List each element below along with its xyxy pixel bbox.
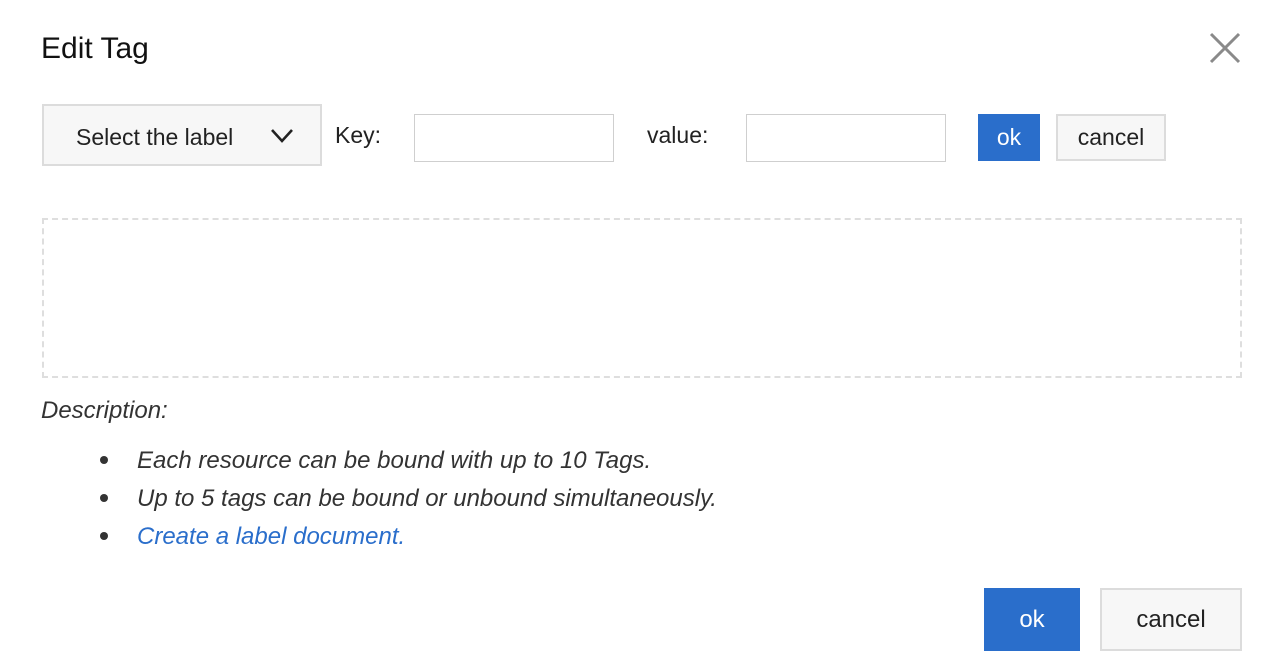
add-tag-ok-button[interactable]: ok	[978, 114, 1040, 161]
edit-tag-dialog: Edit Tag Select the label Key: value: ok…	[0, 0, 1282, 666]
chevron-down-icon	[271, 129, 293, 143]
bullet-icon	[100, 532, 108, 540]
value-label: value:	[647, 122, 709, 148]
close-button[interactable]	[1207, 30, 1243, 66]
label-select-text: Select the label	[76, 124, 234, 150]
bullet-icon	[100, 456, 108, 464]
footer-ok-button[interactable]: ok	[984, 588, 1080, 651]
description-item-text: Up to 5 tags can be bound or unbound sim…	[137, 485, 717, 512]
label-select-dropdown[interactable]: Select the label	[42, 104, 322, 166]
key-label: Key:	[335, 122, 382, 148]
dialog-title: Edit Tag	[41, 32, 149, 65]
description-title: Description:	[41, 397, 168, 424]
tags-list-area	[42, 218, 1242, 378]
key-input[interactable]	[414, 114, 614, 162]
footer-cancel-button[interactable]: cancel	[1100, 588, 1242, 651]
bullet-icon	[100, 494, 108, 502]
create-label-document-link[interactable]: Create a label document.	[137, 522, 405, 552]
value-input[interactable]	[746, 114, 946, 162]
add-tag-cancel-button[interactable]: cancel	[1056, 114, 1166, 161]
description-item-text: Each resource can be bound with up to 10…	[137, 447, 652, 474]
close-icon	[1209, 32, 1241, 64]
